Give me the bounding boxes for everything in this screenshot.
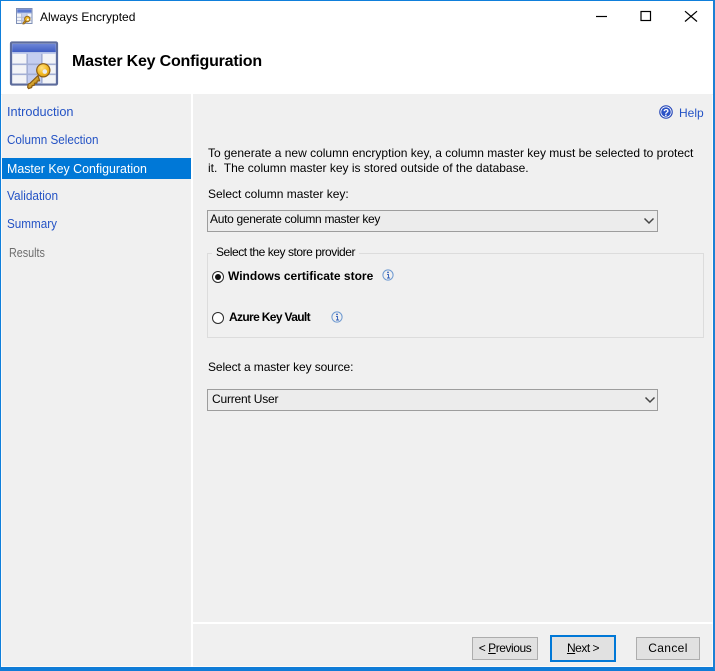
svg-text:?: ? [663, 108, 669, 119]
